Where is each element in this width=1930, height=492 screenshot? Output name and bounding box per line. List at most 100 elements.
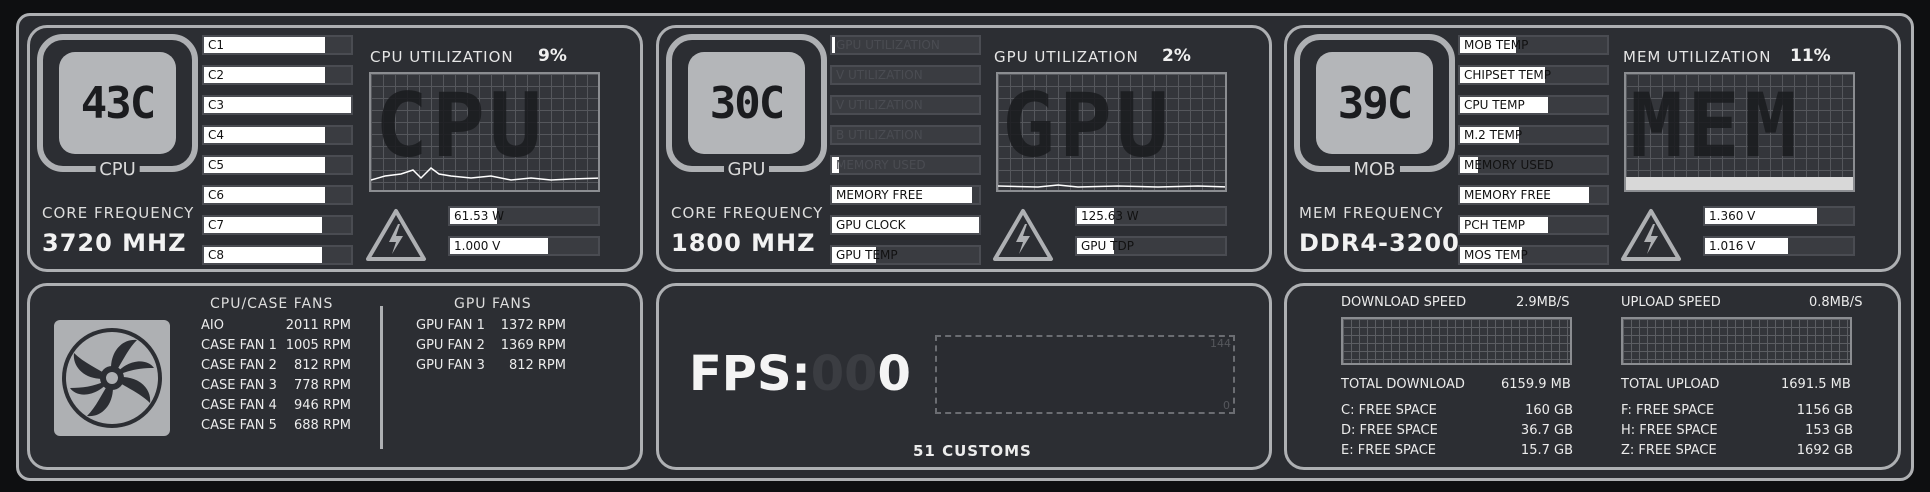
mem-graph-watermark: MEM	[1630, 74, 1801, 177]
drive-space-row: C: FREE SPACE 160 GB	[1341, 403, 1573, 418]
mob-temp: 39C	[1337, 77, 1413, 129]
core-bar: C4	[202, 125, 353, 145]
fan-row: CASE FAN 2 812 RPM	[201, 358, 351, 373]
cpu-case-fan-list: AIO 2011 RPM CASE FAN 1 1005 RPM CASE FAN …	[201, 316, 351, 436]
mob-chip-label: MOB	[1349, 159, 1400, 180]
cpu-case-fans-title: CPU/CASE FANS	[210, 296, 334, 312]
fan-row: CASE FAN 1 1005 RPM	[201, 338, 351, 353]
fps-value: 0	[877, 346, 911, 402]
drive-space-row: F: FREE SPACE 1156 GB	[1621, 403, 1853, 418]
fps-ghost-digits: 00	[810, 346, 878, 402]
cpu-freq-label: CORE FREQUENCY	[42, 204, 195, 222]
mem-util-fill	[1626, 177, 1853, 190]
gpu-stat-bar: V UTILIZATION	[830, 95, 981, 115]
mob-stat-bar: CHIPSET TEMP	[1458, 65, 1609, 85]
total-download-label: TOTAL DOWNLOAD	[1341, 377, 1465, 392]
network-panel: DOWNLOAD SPEED 2.9MB/S UPLOAD SPEED 0.8M…	[1284, 283, 1901, 470]
upload-speed-value: 0.8MB/S	[1809, 295, 1863, 310]
cpu-util-line	[371, 167, 598, 181]
gpu-panel: 30C GPU CORE FREQUENCY 1800 MHZ GPU UTIL…	[656, 25, 1272, 272]
cpu-voltage-bar: 1.000 V	[448, 236, 600, 256]
gpu-stat-bar: B UTILIZATION	[830, 125, 981, 145]
total-download-value: 6159.9 MB	[1501, 377, 1571, 392]
mob-chip: 39C MOB	[1294, 34, 1455, 180]
gpu-util-graph: GPU	[996, 72, 1227, 192]
fan-icon	[54, 320, 170, 436]
cpu-util-graph: CPU	[369, 72, 600, 192]
drive-space-row: D: FREE SPACE 36.7 GB	[1341, 423, 1573, 438]
fan-row: CASE FAN 3 778 RPM	[201, 378, 351, 393]
fan-row: GPU FAN 2 1369 RPM	[416, 338, 566, 353]
fps-readout: FPS:000	[689, 346, 911, 402]
mob-stat-bar: MEMORY USED	[1458, 155, 1609, 175]
fan-row: CASE FAN 4 946 RPM	[201, 398, 351, 413]
core-bar: C8	[202, 245, 353, 265]
fps-label: FPS:	[689, 346, 811, 402]
core-bar: C5	[202, 155, 353, 175]
mem-voltage-bar-1: 1.360 V	[1703, 206, 1855, 226]
cpu-panel: 43C CPU CORE FREQUENCY 3720 MHZ C1 C2 C3…	[27, 25, 643, 272]
mob-stat-bar: M.2 TEMP	[1458, 125, 1609, 145]
mob-stat-bar: MOB TEMP	[1458, 35, 1609, 55]
gpu-util-title: GPU UTILIZATION	[994, 48, 1139, 66]
total-upload-label: TOTAL UPLOAD	[1621, 377, 1720, 392]
gpu-stat-bar: MEMORY USED	[830, 155, 981, 175]
cpu-chip-label: CPU	[95, 159, 140, 180]
cpu-power-bar: 61.53 W	[448, 206, 600, 226]
total-upload-value: 1691.5 MB	[1781, 377, 1851, 392]
upload-speed-label: UPLOAD SPEED	[1621, 295, 1721, 310]
core-bar: C6	[202, 185, 353, 205]
mob-panel: 39C MOB MEM FREQUENCY DDR4-3200 MOB TEMP…	[1284, 25, 1901, 272]
core-bar: C3	[202, 95, 353, 115]
download-speed-value: 2.9MB/S	[1516, 295, 1570, 310]
gpu-stat-bar: GPU CLOCK	[830, 215, 981, 235]
mem-util-graph: MEM	[1624, 72, 1855, 192]
gpu-fans-title: GPU FANS	[454, 296, 532, 312]
drive-space-row: Z: FREE SPACE 1692 GB	[1621, 443, 1853, 458]
power-warning-icon	[366, 209, 426, 261]
download-graph	[1341, 317, 1572, 365]
fps-scale-max: 144	[1210, 337, 1231, 350]
fps-footer: 51 CUSTOMS	[913, 442, 1032, 460]
fans-panel: CPU/CASE FANS AIO 2011 RPM CASE FAN 1 1005…	[27, 283, 643, 470]
mob-stat-bar: CPU TEMP	[1458, 95, 1609, 115]
cpu-chip: 43C CPU	[37, 34, 198, 180]
fps-panel: FPS:000 144 0 51 CUSTOMS	[656, 283, 1272, 470]
gpu-stat-bar: V UTILIZATION	[830, 65, 981, 85]
gpu-stat-bar: MEMORY FREE	[830, 185, 981, 205]
fps-scale-min: 0	[1223, 399, 1230, 412]
gpu-temp: 30C	[709, 77, 785, 129]
fan-row: GPU FAN 3 812 RPM	[416, 358, 566, 373]
gpu-freq-value: 1800 MHZ	[671, 229, 816, 257]
fps-graph: 144 0	[935, 335, 1235, 414]
gpu-stat-bar: GPU UTILIZATION	[830, 35, 981, 55]
mob-stat-bar: MOS TEMP	[1458, 245, 1609, 265]
cpu-util-title: CPU UTILIZATION	[370, 48, 514, 66]
gpu-stat-bar: GPU TEMP	[830, 245, 981, 265]
mob-stat-bar: PCH TEMP	[1458, 215, 1609, 235]
power-warning-icon	[1621, 209, 1681, 261]
cpu-freq-value: 3720 MHZ	[42, 229, 187, 257]
core-bar: C7	[202, 215, 353, 235]
gpu-fan-list: GPU FAN 1 1372 RPM GPU FAN 2 1369 RPM GPU …	[416, 316, 566, 376]
fan-row: GPU FAN 1 1372 RPM	[416, 318, 566, 333]
gpu-freq-label: CORE FREQUENCY	[671, 204, 824, 222]
gpu-chip: 30C GPU	[666, 34, 827, 180]
gpu-util-line	[998, 184, 1225, 188]
fans-divider	[380, 306, 383, 449]
drive-space-row: H: FREE SPACE 153 GB	[1621, 423, 1853, 438]
mem-freq-value: DDR4-3200	[1299, 229, 1460, 257]
gpu-util-value: 2%	[1162, 46, 1191, 66]
gpu-power-bar: 125.63 W	[1075, 206, 1227, 226]
mem-util-value: 11%	[1790, 46, 1831, 66]
mem-util-title: MEM UTILIZATION	[1623, 48, 1772, 66]
core-bar: C1	[202, 35, 353, 55]
power-warning-icon	[993, 209, 1053, 261]
mem-freq-label: MEM FREQUENCY	[1299, 204, 1444, 222]
gpu-tdp-bar: GPU TDP	[1075, 236, 1227, 256]
gpu-chip-label: GPU	[723, 159, 770, 180]
upload-graph	[1621, 317, 1852, 365]
mem-voltage-bar-2: 1.016 V	[1703, 236, 1855, 256]
cpu-temp: 43C	[80, 77, 156, 129]
fan-row: CASE FAN 5 688 RPM	[201, 418, 351, 433]
